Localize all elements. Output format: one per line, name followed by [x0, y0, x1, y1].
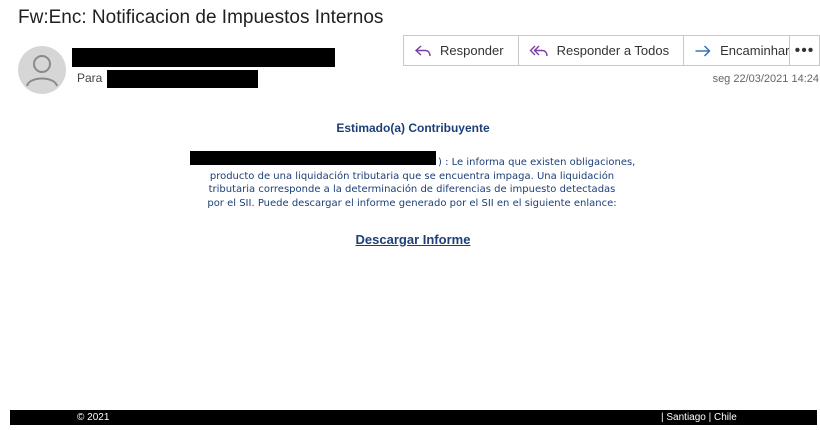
forward-arrow-icon: [695, 45, 711, 56]
reply-all-button[interactable]: Responder a Todos: [517, 35, 685, 66]
message-actions: Responder Responder a Todos Encaminhar: [403, 35, 805, 66]
person-icon: [26, 55, 58, 87]
download-report-link[interactable]: Descargar Informe: [0, 232, 820, 247]
email-body-text: ) : Le informa que existen obligaciones,…: [190, 156, 636, 210]
more-actions-button[interactable]: •••: [789, 35, 820, 66]
reply-all-label: Responder a Todos: [556, 43, 670, 58]
footer-location: | Santiago | Chile: [661, 412, 737, 423]
forward-button[interactable]: Encaminhar: [683, 35, 805, 66]
reply-button[interactable]: Responder: [403, 35, 519, 66]
reply-all-arrow-icon: [529, 45, 548, 56]
email-subject: Fw:Enc: Notificacion de Impuestos Intern…: [18, 7, 384, 28]
sender-avatar[interactable]: [18, 46, 66, 94]
email-date: seg 22/03/2021 14:24: [712, 73, 819, 85]
email-footer: © 2021 | Santiago | Chile: [10, 410, 817, 425]
forward-label: Encaminhar: [720, 43, 790, 58]
body-line-3: tributaria corresponde a la determinació…: [208, 184, 616, 195]
greeting: Estimado(a) Contribuyente: [336, 121, 490, 135]
ellipsis-icon: •••: [794, 41, 815, 59]
email-reading-pane: Fw:Enc: Notificacion de Impuestos Intern…: [0, 0, 820, 430]
to-label: Para: [77, 71, 103, 85]
sender-name-redacted: [72, 48, 335, 67]
footer-copyright: © 2021: [77, 412, 110, 423]
recipient-redacted: [107, 70, 258, 88]
body-line-1: ) : Le informa que existen obligaciones,: [438, 157, 636, 168]
reply-label: Responder: [440, 43, 504, 58]
reply-arrow-icon: [414, 44, 431, 56]
body-line-4: por el SII. Puede descargar el informe g…: [207, 197, 617, 209]
body-line-2: producto de una liquidación tributaria q…: [209, 170, 615, 182]
